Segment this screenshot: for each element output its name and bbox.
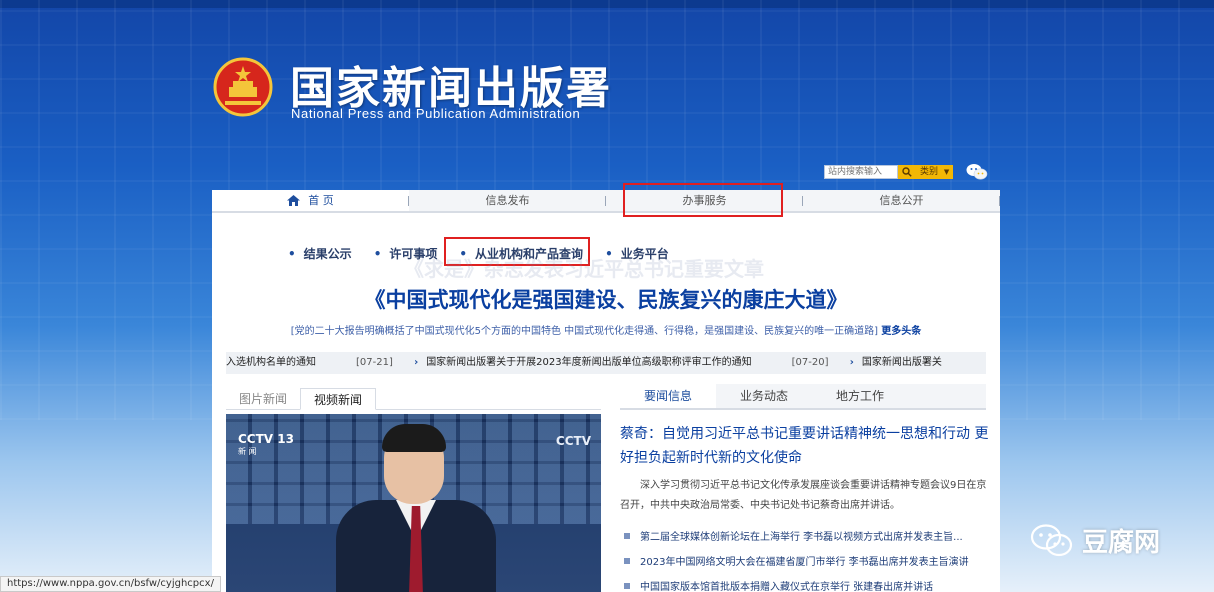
news-tabs: 要闻信息 业务动态 地方工作 bbox=[620, 384, 986, 410]
nav-separator bbox=[999, 196, 1000, 206]
cctv-logo-right: CCTV bbox=[555, 434, 591, 448]
wechat-icon[interactable] bbox=[966, 163, 988, 181]
chevron-down-icon: ▼ bbox=[943, 168, 950, 176]
list-item-text: 第二届全球媒体创新论坛在上海举行 李书磊以视频方式出席并发表主旨... bbox=[640, 532, 963, 543]
nav-item-services[interactable]: 办事服务 bbox=[606, 190, 803, 211]
list-item[interactable]: 第二届全球媒体创新论坛在上海举行 李书磊以视频方式出席并发表主旨... bbox=[624, 525, 986, 550]
nav-item-home[interactable]: 首 页 bbox=[212, 190, 409, 211]
list-item-text: 中国国家版本馆首批版本捐赠入藏仪式在京举行 张建春出席并讲话 bbox=[640, 582, 934, 592]
top-news-summary: 深入学习贯彻习近平总书记文化传承发展座谈会重要讲话精神专题会议9日在京召开，中共… bbox=[620, 480, 987, 511]
nav-item-info-release[interactable]: 信息发布 bbox=[409, 190, 606, 211]
chevron-right-icon: › bbox=[849, 357, 854, 368]
ticker-item-text: 国家新闻出版署关于开展2023年度新闻出版单位高级职称评审工作的通知 bbox=[426, 357, 752, 368]
chevron-right-icon: › bbox=[414, 357, 419, 368]
nav-item-label: 首 页 bbox=[308, 194, 334, 207]
nav-item-label: 办事服务 bbox=[682, 194, 727, 207]
national-emblem-icon bbox=[213, 57, 273, 117]
category-select[interactable]: 类别 ▼ bbox=[916, 165, 953, 179]
channel-sub: 新 闻 bbox=[238, 447, 257, 456]
news-ticker: 入选机构名单的通知 [07-21] › 国家新闻出版署关于开展2023年度新闻出版单… bbox=[226, 352, 986, 374]
main-navbar: 首 页 信息发布 办事服务 信息公开 bbox=[212, 190, 1000, 213]
news-list: 第二届全球媒体创新论坛在上海举行 李书磊以视频方式出席并发表主旨... 2023… bbox=[624, 525, 986, 592]
status-bar-url: https://www.nppa.gov.cn/bsfw/cyjghcpcx/ bbox=[0, 576, 221, 592]
bullet-icon bbox=[624, 583, 630, 589]
top-news-title[interactable]: 蔡奇：自觉用习近平总书记重要讲话精神统一思想和行动 更好担负起新时代新的文化使命 bbox=[620, 422, 990, 470]
ticker-item-date: [07-20] bbox=[791, 357, 829, 368]
nav-item-label: 信息发布 bbox=[485, 194, 530, 207]
watermark-text: 豆腐网 bbox=[1082, 528, 1161, 558]
ticker-item[interactable]: › 国家新闻出版署关 bbox=[850, 352, 942, 374]
search-input[interactable] bbox=[824, 165, 898, 179]
ticker-item-date: [07-21] bbox=[356, 357, 393, 368]
video-player[interactable]: CCTV 13 新 闻 CCTV bbox=[226, 414, 601, 592]
bullet-icon bbox=[624, 533, 630, 539]
list-item[interactable]: 中国国家版本馆首批版本捐赠入藏仪式在京举行 张建春出席并讲话 bbox=[624, 575, 986, 592]
ticker-item[interactable]: › 国家新闻出版署关于开展2023年度新闻出版单位高级职称评审工作的通知 [07-2… bbox=[414, 352, 828, 374]
list-item[interactable]: 2023年中国网络文明大会在福建省厦门市举行 李书磊出席并发表主旨演讲 bbox=[624, 550, 986, 575]
ghost-headline: 《求是》杂志发表习近平总书记重要文章 bbox=[404, 257, 764, 281]
search-icon bbox=[902, 167, 912, 177]
tab-local-work[interactable]: 地方工作 bbox=[812, 384, 908, 408]
nav-item-label: 信息公开 bbox=[879, 194, 924, 207]
top-strip bbox=[0, 0, 1214, 8]
home-icon bbox=[287, 195, 301, 206]
tab-business-updates[interactable]: 业务动态 bbox=[716, 384, 812, 408]
ticker-item[interactable]: 入选机构名单的通知 [07-21] bbox=[226, 352, 393, 374]
cctv-channel-logo: CCTV 13 新 闻 bbox=[238, 432, 294, 457]
bullet-icon bbox=[624, 558, 630, 564]
list-item-text: 2023年中国网络文明大会在福建省厦门市举行 李书磊出席并发表主旨演讲 bbox=[640, 557, 969, 568]
more-headlines-link[interactable]: 更多头条 bbox=[881, 326, 921, 337]
subnav-item-results[interactable]: 结果公示 bbox=[288, 245, 352, 262]
headline-summary-text: [党的二十大报告明确概括了中国式现代化5个方面的中国特色 中国式现代化走得通、行… bbox=[290, 326, 879, 337]
search-button[interactable] bbox=[898, 165, 916, 179]
channel-name: CCTV 13 bbox=[238, 432, 294, 446]
tab-photo-news[interactable]: 图片新闻 bbox=[226, 388, 300, 410]
headline-summary: [党的二十大报告明确概括了中国式现代化5个方面的中国特色 中国式现代化走得通、行… bbox=[212, 322, 1000, 337]
main-headline[interactable]: 《中国式现代化是强国建设、民族复兴的康庄大道》 bbox=[212, 284, 1000, 314]
wechat-icon bbox=[1030, 523, 1073, 556]
category-label: 类别 bbox=[920, 167, 939, 177]
tab-video-news[interactable]: 视频新闻 bbox=[300, 388, 377, 410]
ticker-item-text: 入选机构名单的通知 bbox=[226, 357, 316, 368]
ticker-item-text: 国家新闻出版署关 bbox=[861, 357, 942, 368]
anchor-hair bbox=[382, 424, 446, 452]
tab-key-news[interactable]: 要闻信息 bbox=[620, 384, 716, 408]
nav-item-info-disclosure[interactable]: 信息公开 bbox=[803, 190, 1000, 211]
watermark: 豆腐网 bbox=[1030, 522, 1160, 559]
media-tabs: 图片新闻 视频新闻 bbox=[226, 388, 377, 410]
site-subtitle: National Press and Publication Administr… bbox=[291, 106, 581, 121]
